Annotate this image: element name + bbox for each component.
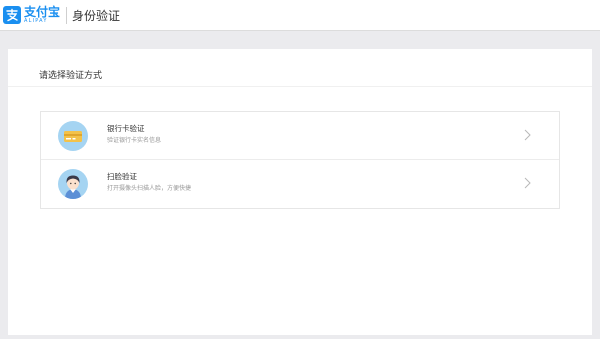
chevron-right-icon xyxy=(524,177,531,189)
option-description: 打开摄像头扫描人脸，方便快捷 xyxy=(107,185,192,192)
option-bank-card[interactable]: 银行卡验证 验证银行卡实名信息 xyxy=(41,112,559,160)
verification-options: 银行卡验证 验证银行卡实名信息 扫脸验证 打开摄像头扫描人脸，方便快捷 xyxy=(40,111,560,209)
logo-text-en: ALIPAY xyxy=(24,18,48,24)
top-header: 支付宝 ALIPAY 身份验证 xyxy=(0,0,600,31)
header-divider xyxy=(66,6,68,24)
card-divider xyxy=(8,86,592,87)
option-face-scan[interactable]: 扫脸验证 打开摄像头扫描人脸，方便快捷 xyxy=(41,160,559,208)
option-title: 银行卡验证 xyxy=(107,124,145,133)
card-title: 请选择验证方式 xyxy=(39,71,103,81)
alipay-logo[interactable]: 支付宝 ALIPAY xyxy=(3,6,60,24)
bank-card-icon xyxy=(58,121,88,151)
option-description: 验证银行卡实名信息 xyxy=(107,137,162,144)
logo-text-cn: 支付宝 xyxy=(24,5,61,19)
page-title: 身份验证 xyxy=(72,8,121,23)
chevron-right-icon xyxy=(524,129,531,141)
alipay-logo-icon xyxy=(3,6,21,24)
face-scan-icon xyxy=(58,169,88,199)
verification-card: 请选择验证方式 银行卡验证 验证银行卡实名信息 扫脸验证 打开摄像头扫描人脸，方… xyxy=(8,49,592,335)
option-title: 扫脸验证 xyxy=(107,172,137,181)
